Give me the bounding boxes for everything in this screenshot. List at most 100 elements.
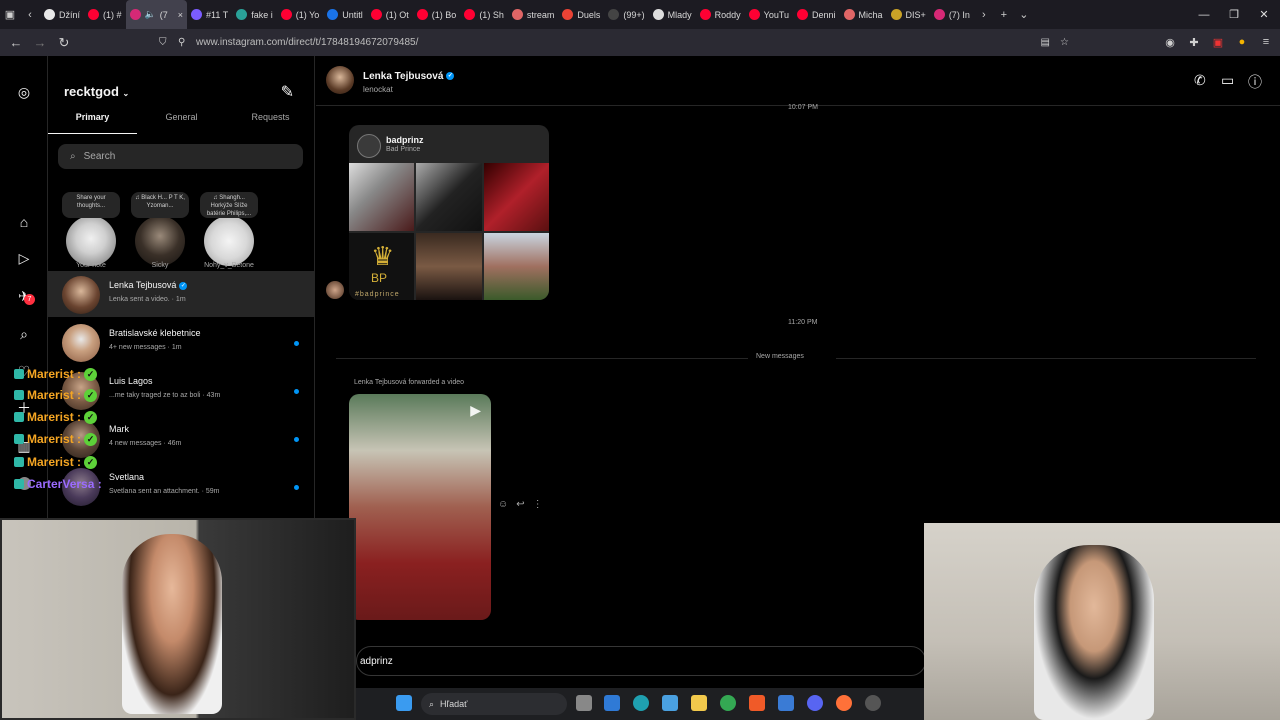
emoji-react-icon[interactable]: ☺ [498,499,508,510]
browser-tab[interactable]: (1) Yo [277,0,324,29]
message-input-text: adprinz [360,655,393,667]
tab-favicon [280,9,292,20]
taskbar-search[interactable]: ⌕ Hľadať [421,693,567,715]
photos-icon[interactable] [662,695,678,711]
reload-icon[interactable]: ↻ [52,31,76,55]
grid-photo [349,163,415,231]
tab-scroll-right-icon[interactable]: › [974,9,994,21]
reply-icon[interactable]: ↩ [516,499,524,510]
close-window-icon[interactable]: ✕ [1248,0,1280,29]
more-icon[interactable]: ⋮ [533,499,543,510]
browser-tab[interactable]: #11 T [187,0,232,29]
notification-badge: 7 [24,294,35,305]
unread-dot [294,389,299,394]
browser-tab[interactable]: fake i [232,0,277,29]
back-icon[interactable]: ← [4,31,28,55]
start-icon[interactable] [396,695,412,711]
browser-tab[interactable]: Untitl [323,0,367,29]
store-icon[interactable] [604,695,620,711]
account-switcher[interactable]: recktgod ⌄ [64,84,129,99]
task-view-icon[interactable] [576,695,592,711]
browser-tab[interactable]: (7) In [930,0,974,29]
avatar[interactable] [326,66,354,94]
site-info-icon[interactable]: ⚲ [178,37,185,48]
forward-icon[interactable]: → [28,31,52,55]
inbox-tabs: Primary General Requests [48,112,315,134]
reels-icon[interactable]: ▷ [14,248,34,268]
browser-tab[interactable]: (1) # [84,0,126,29]
browser-tab[interactable]: (1) Sh [460,0,508,29]
tab-favicon [88,9,100,20]
chrome-icon[interactable] [720,695,736,711]
tab-favicon [933,9,945,20]
video-call-icon[interactable]: ▭ [1221,72,1234,89]
tab-favicon [511,9,523,20]
firefox-icon[interactable] [836,695,852,711]
shared-profile-card[interactable]: badprinz Bad Prince ♛ BP #badprince [349,125,549,300]
avatar [135,216,185,266]
maximize-icon[interactable]: ❐ [1218,0,1250,29]
tab-favicon [608,9,620,20]
compose-icon[interactable]: ✎ [281,82,294,102]
close-tab-icon[interactable]: × [178,10,183,20]
notepad-icon[interactable] [778,695,794,711]
conversation-item[interactable]: Lenka Tejbusová ✓ Lenka sent a video. · 1… [48,271,315,317]
browser-tab[interactable]: YouTu [745,0,793,29]
tab-general[interactable]: General [137,112,226,134]
browser-tab[interactable]: (1) Ot [367,0,413,29]
phone-icon[interactable]: ✆ [1194,72,1206,89]
tab-scroll-left-icon[interactable]: ‹ [20,9,40,21]
account-icon[interactable]: ◉ [1160,32,1180,52]
discord-icon[interactable] [807,695,823,711]
tab-favicon [44,9,55,20]
tab-overflow-icon[interactable]: ⌄ [1014,8,1034,21]
browser-tab-active[interactable]: 🔈 (7 × [125,0,188,29]
browser-tab[interactable]: Mlady [649,0,696,29]
speaker-icon[interactable]: 🔈 [145,9,156,20]
search-icon[interactable]: ⌕ [14,324,34,344]
browser-tab[interactable]: Duels [558,0,604,29]
messenger-icon[interactable]: ✈7 [14,286,35,306]
home-icon[interactable]: ⌂ [14,212,34,232]
file-explorer-icon[interactable] [691,695,707,711]
brave-icon[interactable] [749,695,765,711]
extension-red-icon[interactable]: ▣ [1208,32,1228,52]
shield-icon[interactable]: ⛉ [159,37,167,48]
tab-favicon [370,9,382,20]
edge-icon[interactable] [633,695,649,711]
chat-row: Marerist : ✓ [14,364,98,384]
browser-tab[interactable]: (99+) [604,0,648,29]
extension-color-icon[interactable]: ● [1232,32,1252,52]
browser-tab-bar: ▣ ‹ Džíní (1) # 🔈 (7 × #11 T fake i (1) Yo… [0,0,1280,29]
obs-icon[interactable] [865,695,881,711]
address-bar[interactable]: ⛉ ⚲ www.instagram.com/direct/t/178481946… [152,31,1077,54]
browser-tab[interactable]: (1) Bo [413,0,461,29]
conversation-item[interactable]: Bratislavské klebetnice 4+ new messages … [48,319,315,365]
url-text[interactable]: www.instagram.com/direct/t/1784819467207… [196,37,418,48]
browser-tab[interactable]: stream [508,0,559,29]
forwarded-video[interactable]: ▶ [349,394,491,620]
bookmark-star-icon[interactable]: ☆ [1060,37,1069,48]
message-input[interactable]: adprinz [356,646,926,676]
tab-list-icon[interactable]: ▣ [0,8,20,21]
browser-tab[interactable]: Džíní [40,0,84,29]
browser-tab[interactable]: Roddy [696,0,745,29]
minimize-icon[interactable]: — [1188,0,1220,29]
reader-view-icon[interactable]: ▤ [1041,37,1050,48]
profile-photo-grid: ♛ BP #badprince [349,163,549,300]
browser-tab[interactable]: Denni [793,0,840,29]
thread-name[interactable]: Lenka Tejbusová [363,71,443,82]
tab-primary[interactable]: Primary [48,112,137,134]
tab-favicon [890,9,902,20]
browser-tab[interactable]: DIS+ [887,0,930,29]
extensions-icon[interactable]: ✚ [1184,32,1204,52]
menu-icon[interactable]: ≡ [1256,32,1276,52]
browser-tab[interactable]: Micha [840,0,887,29]
tab-favicon [236,9,248,20]
avatar [357,134,381,158]
instagram-logo-icon[interactable]: ◎ [14,82,34,102]
new-tab-icon[interactable]: + [994,9,1014,21]
tab-requests[interactable]: Requests [226,112,315,134]
search-input[interactable]: ⌕ Search [58,144,303,169]
info-icon[interactable]: ⓘ [1248,72,1262,92]
